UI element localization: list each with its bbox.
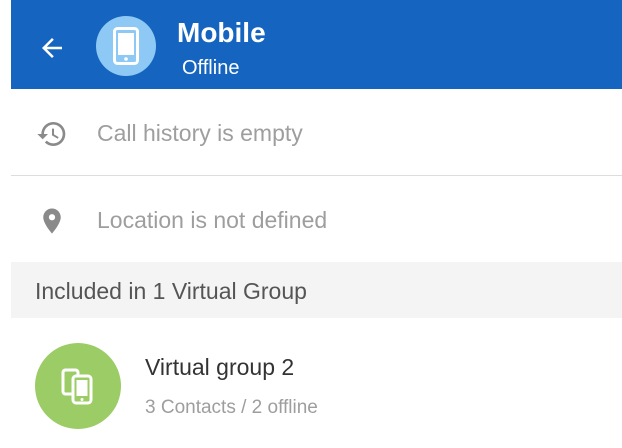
contact-avatar	[96, 16, 156, 76]
page-title: Mobile	[177, 17, 266, 48]
section-title: Included in 1 Virtual Group	[35, 278, 307, 304]
back-button[interactable]	[36, 32, 68, 64]
location-row: Location is not defined	[11, 176, 622, 262]
app-bar: Mobile Offline	[11, 0, 622, 89]
contact-details-screen: Mobile Offline Call history is empty Loc…	[0, 0, 622, 448]
multiple-devices-icon	[61, 368, 93, 405]
group-avatar	[35, 343, 121, 429]
arrow-left-icon	[42, 38, 62, 58]
location-pin-icon	[35, 204, 69, 238]
history-icon	[35, 117, 69, 151]
group-contacts-count: 3 Contacts / 2 offline	[145, 397, 318, 418]
status-text: Offline	[182, 57, 240, 79]
call-history-text: Call history is empty	[97, 120, 303, 146]
virtual-groups-section-header: Included in 1 Virtual Group	[11, 262, 622, 318]
group-name: Virtual group 2	[145, 354, 295, 380]
mobile-phone-icon	[113, 27, 139, 65]
call-history-row: Call history is empty	[11, 89, 622, 175]
list-item-virtual-group[interactable]: Virtual group 2 3 Contacts / 2 offline	[11, 318, 622, 448]
location-text: Location is not defined	[97, 207, 328, 233]
